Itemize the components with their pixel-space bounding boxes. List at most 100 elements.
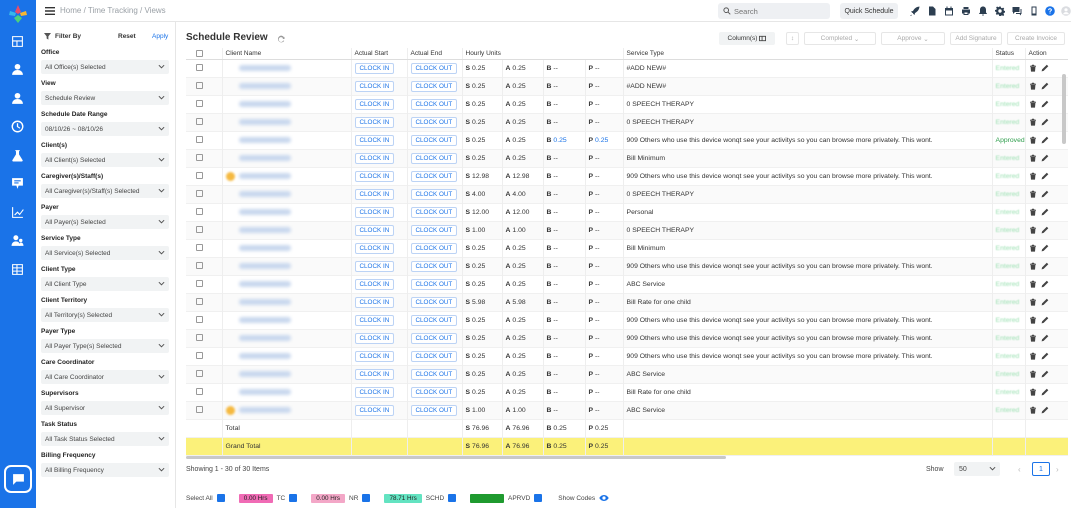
current-page-button[interactable]: 1 xyxy=(1032,462,1050,476)
trash-icon[interactable] xyxy=(1029,280,1037,288)
clock-in-button[interactable]: CLOCK IN xyxy=(354,98,395,110)
pencil-icon[interactable] xyxy=(1041,352,1049,360)
trash-icon[interactable] xyxy=(1029,190,1037,198)
row-checkbox[interactable] xyxy=(196,280,203,288)
clock-in-button[interactable]: CLOCK IN xyxy=(354,368,395,380)
search-input[interactable] xyxy=(734,6,824,16)
clock-out-button[interactable]: CLOCK OUT xyxy=(410,260,458,272)
row-checkbox[interactable] xyxy=(196,82,203,90)
columns-button[interactable]: Column(s) xyxy=(719,32,775,45)
table-row[interactable]: CLOCK IN CLOCK OUT S 0.25 A 0.25 B -- P -- 909 Oth… xyxy=(186,329,1068,347)
filter-select[interactable]: 08/10/26 ~ 08/10/26 xyxy=(41,122,169,136)
pencil-icon[interactable] xyxy=(1041,82,1049,90)
trash-icon[interactable] xyxy=(1029,208,1037,216)
row-checkbox[interactable] xyxy=(196,316,203,324)
row-checkbox[interactable] xyxy=(196,298,203,306)
clock-icon[interactable] xyxy=(8,118,26,134)
table-row[interactable]: CLOCK IN CLOCK OUT S 1.00 A 1.00 B -- P -- 0 SPEEC… xyxy=(186,221,1068,239)
dashboard-icon[interactable] xyxy=(8,33,26,49)
pencil-icon[interactable] xyxy=(1041,226,1049,234)
app-logo[interactable] xyxy=(6,4,30,24)
trash-icon[interactable] xyxy=(1029,244,1037,252)
clock-out-button[interactable]: CLOCK OUT xyxy=(410,188,458,200)
clock-in-button[interactable]: CLOCK IN xyxy=(354,332,395,344)
clock-out-button[interactable]: CLOCK OUT xyxy=(410,296,458,308)
breadcrumb[interactable]: Home / Time Tracking / Views xyxy=(60,6,166,15)
clock-in-button[interactable]: CLOCK IN xyxy=(354,224,395,236)
client-name-link[interactable] xyxy=(238,100,291,107)
clock-out-button[interactable]: CLOCK OUT xyxy=(410,170,458,182)
filter-select[interactable]: All Care Coordinator xyxy=(41,370,169,384)
trash-icon[interactable] xyxy=(1029,172,1037,180)
clock-in-button[interactable]: CLOCK IN xyxy=(354,260,395,272)
chart-icon[interactable] xyxy=(8,204,26,220)
col-client-name[interactable]: Client Name xyxy=(222,48,352,60)
pencil-icon[interactable] xyxy=(1041,190,1049,198)
search-box[interactable] xyxy=(718,3,830,19)
table-row[interactable]: CLOCK IN CLOCK OUT S 0.25 A 0.25 B -- P -- Bill Ra… xyxy=(186,383,1068,401)
user-icon[interactable] xyxy=(1060,5,1071,17)
filter-select[interactable]: All Office(s) Selected xyxy=(41,60,169,74)
trash-icon[interactable] xyxy=(1029,118,1037,126)
trash-icon[interactable] xyxy=(1029,154,1037,162)
client-name-link[interactable] xyxy=(238,280,291,287)
row-checkbox[interactable] xyxy=(196,352,203,360)
trash-icon[interactable] xyxy=(1029,370,1037,378)
filter-select[interactable]: All Caregiver(s)/Staff(s) Selected xyxy=(41,184,169,198)
calendar-icon[interactable] xyxy=(943,5,955,17)
checklist-icon[interactable] xyxy=(8,175,26,191)
client-name-link[interactable] xyxy=(238,316,291,323)
pencil-icon[interactable] xyxy=(1041,172,1049,180)
row-checkbox[interactable] xyxy=(196,262,203,270)
clock-out-button[interactable]: CLOCK OUT xyxy=(410,404,458,416)
filter-select[interactable]: Schedule Review xyxy=(41,91,169,105)
clock-out-button[interactable]: CLOCK OUT xyxy=(410,206,458,218)
pencil-icon[interactable] xyxy=(1041,298,1049,306)
help-icon[interactable] xyxy=(1044,5,1056,17)
pencil-icon[interactable] xyxy=(1041,100,1049,108)
pencil-icon[interactable] xyxy=(1041,280,1049,288)
client-name-link[interactable] xyxy=(238,208,291,215)
clock-out-button[interactable]: CLOCK OUT xyxy=(410,332,458,344)
table-row[interactable]: CLOCK IN CLOCK OUT S 12.98 A 12.98 B -- P -- 909 O… xyxy=(186,167,1068,185)
pencil-icon[interactable] xyxy=(1041,154,1049,162)
table-row[interactable]: CLOCK IN CLOCK OUT S 0.25 A 0.25 B -- P -- ABC Ser… xyxy=(186,365,1068,383)
filter-select[interactable]: All Client Type xyxy=(41,277,169,291)
prev-page-button[interactable]: ‹ xyxy=(1018,465,1021,474)
trash-icon[interactable] xyxy=(1029,136,1037,144)
client-name-link[interactable] xyxy=(238,370,291,377)
clock-in-button[interactable]: CLOCK IN xyxy=(354,116,395,128)
clock-in-button[interactable]: CLOCK IN xyxy=(354,134,395,146)
client-name-link[interactable] xyxy=(238,262,291,269)
pencil-icon[interactable] xyxy=(1041,388,1049,396)
filter-select[interactable]: All Billing Frequency xyxy=(41,463,169,477)
client-name-link[interactable] xyxy=(238,136,291,143)
table-row[interactable]: CLOCK IN CLOCK OUT S 12.00 A 12.00 B -- P -- Perso… xyxy=(186,203,1068,221)
clock-out-button[interactable]: CLOCK OUT xyxy=(410,350,458,362)
filter-select[interactable]: All Supervisor xyxy=(41,401,169,415)
document-icon[interactable] xyxy=(926,5,938,17)
add-signature-button[interactable]: Add Signature xyxy=(950,32,1002,45)
client-name-link[interactable] xyxy=(238,226,291,233)
clock-in-button[interactable]: CLOCK IN xyxy=(354,242,395,254)
eye-icon[interactable] xyxy=(599,494,609,502)
client-name-link[interactable] xyxy=(238,407,291,413)
table-row[interactable]: CLOCK IN CLOCK OUT S 0.25 A 0.25 B -- P -- #ADD NE… xyxy=(186,59,1068,77)
table-icon[interactable] xyxy=(8,261,26,277)
phone-icon[interactable] xyxy=(1028,5,1040,17)
sort-icon[interactable]: ↕ xyxy=(786,32,799,45)
trash-icon[interactable] xyxy=(1029,298,1037,306)
table-row[interactable]: CLOCK IN CLOCK OUT S 0.25 A 0.25 B -- P -- 909 Oth… xyxy=(186,257,1068,275)
clock-in-button[interactable]: CLOCK IN xyxy=(354,188,395,200)
reset-filters-link[interactable]: Reset xyxy=(118,33,136,40)
clock-out-button[interactable]: CLOCK OUT xyxy=(410,152,458,164)
col-service-type[interactable]: Service Type xyxy=(623,48,993,60)
show-codes-toggle[interactable]: Show Codes xyxy=(558,495,595,502)
filter-select[interactable]: All Payer(s) Selected xyxy=(41,215,169,229)
col-hourly-units[interactable]: Hourly Units xyxy=(462,48,624,60)
pencil-icon[interactable] xyxy=(1041,316,1049,324)
row-checkbox[interactable] xyxy=(196,334,203,342)
col-actual-end[interactable]: Actual End xyxy=(407,48,463,60)
person-icon[interactable] xyxy=(8,61,26,77)
quick-schedule-button[interactable]: Quick Schedule xyxy=(840,3,898,19)
